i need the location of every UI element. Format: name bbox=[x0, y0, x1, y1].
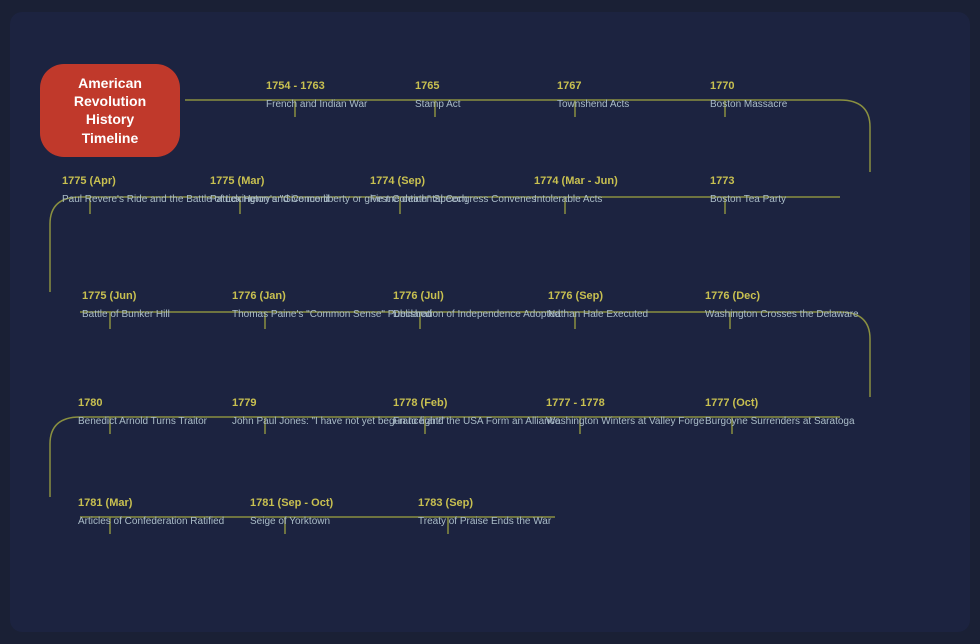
event-1774mar: 1774 (Mar - Jun) Intolerable Acts bbox=[534, 175, 618, 207]
year-1774mar: 1774 (Mar - Jun) bbox=[534, 175, 618, 187]
event-1775jun: 1775 (Jun) Battle of Bunker Hill bbox=[82, 290, 170, 322]
event-1781sep: 1781 (Sep - Oct) Seige of Yorktown bbox=[250, 497, 333, 529]
event-1767: 1767 Townshend Acts bbox=[557, 80, 629, 112]
desc-1774sep: First Continental Congress Convenes bbox=[370, 194, 536, 205]
title-text: American RevolutionHistory Timeline bbox=[74, 75, 146, 146]
event-1754: 1754 - 1763 French and Indian War bbox=[266, 80, 367, 112]
title-badge: American RevolutionHistory Timeline bbox=[40, 64, 180, 157]
year-1773: 1773 bbox=[710, 175, 786, 187]
year-1770: 1770 bbox=[710, 80, 787, 92]
year-1777-1778: 1777 - 1778 bbox=[546, 397, 704, 409]
year-1775jun: 1775 (Jun) bbox=[82, 290, 170, 302]
desc-1781mar: Articles of Confederation Ratified bbox=[78, 516, 224, 527]
event-1781mar: 1781 (Mar) Articles of Confederation Rat… bbox=[78, 497, 224, 529]
desc-1770: Boston Massacre bbox=[710, 99, 787, 110]
desc-1776sep: Nathan Hale Executed bbox=[548, 309, 648, 320]
event-1773: 1773 Boston Tea Party bbox=[710, 175, 786, 207]
year-1767: 1767 bbox=[557, 80, 629, 92]
event-1776dec: 1776 (Dec) Washington Crosses the Delawa… bbox=[705, 290, 859, 322]
desc-1778feb: France and the USA Form an Alliance bbox=[393, 416, 560, 427]
year-1776dec: 1776 (Dec) bbox=[705, 290, 859, 302]
year-1781sep: 1781 (Sep - Oct) bbox=[250, 497, 333, 509]
year-1776jul: 1776 (Jul) bbox=[393, 290, 560, 302]
year-1778feb: 1778 (Feb) bbox=[393, 397, 560, 409]
event-1780: 1780 Benedict Arnold Turns Traitor bbox=[78, 397, 207, 429]
year-1754: 1754 - 1763 bbox=[266, 80, 367, 92]
desc-1781sep: Seige of Yorktown bbox=[250, 516, 330, 527]
event-1770: 1770 Boston Massacre bbox=[710, 80, 787, 112]
desc-1767: Townshend Acts bbox=[557, 99, 629, 110]
event-1776sep: 1776 (Sep) Nathan Hale Executed bbox=[548, 290, 648, 322]
desc-1777-1778: Washington Winters at Valley Forge bbox=[546, 416, 704, 427]
event-1774sep: 1774 (Sep) First Continental Congress Co… bbox=[370, 175, 536, 207]
desc-1773: Boston Tea Party bbox=[710, 194, 786, 205]
desc-1777oct: Burgoyne Surrenders at Saratoga bbox=[705, 416, 855, 427]
year-1765: 1765 bbox=[415, 80, 461, 92]
desc-1776jul: Declaration of Independence Adopted bbox=[393, 309, 560, 320]
desc-1775jun: Battle of Bunker Hill bbox=[82, 309, 170, 320]
desc-1783: Treaty of Praise Ends the War bbox=[418, 516, 551, 527]
desc-1780: Benedict Arnold Turns Traitor bbox=[78, 416, 207, 427]
event-1777oct: 1777 (Oct) Burgoyne Surrenders at Sarato… bbox=[705, 397, 855, 429]
desc-1765: Stamp Act bbox=[415, 99, 461, 110]
event-1783: 1783 (Sep) Treaty of Praise Ends the War bbox=[418, 497, 551, 529]
year-1780: 1780 bbox=[78, 397, 207, 409]
year-1781mar: 1781 (Mar) bbox=[78, 497, 224, 509]
event-1765: 1765 Stamp Act bbox=[415, 80, 461, 112]
timeline-canvas: American RevolutionHistory Timeline bbox=[10, 12, 970, 632]
event-1776jul: 1776 (Jul) Declaration of Independence A… bbox=[393, 290, 560, 322]
desc-1776dec: Washington Crosses the Delaware bbox=[705, 309, 859, 320]
event-1777-1778: 1777 - 1778 Washington Winters at Valley… bbox=[546, 397, 704, 429]
year-1783: 1783 (Sep) bbox=[418, 497, 551, 509]
year-1774sep: 1774 (Sep) bbox=[370, 175, 536, 187]
year-1777oct: 1777 (Oct) bbox=[705, 397, 855, 409]
event-1778feb: 1778 (Feb) France and the USA Form an Al… bbox=[393, 397, 560, 429]
desc-1774mar: Intolerable Acts bbox=[534, 194, 602, 205]
year-1776sep: 1776 (Sep) bbox=[548, 290, 648, 302]
desc-1754: French and Indian War bbox=[266, 99, 367, 110]
